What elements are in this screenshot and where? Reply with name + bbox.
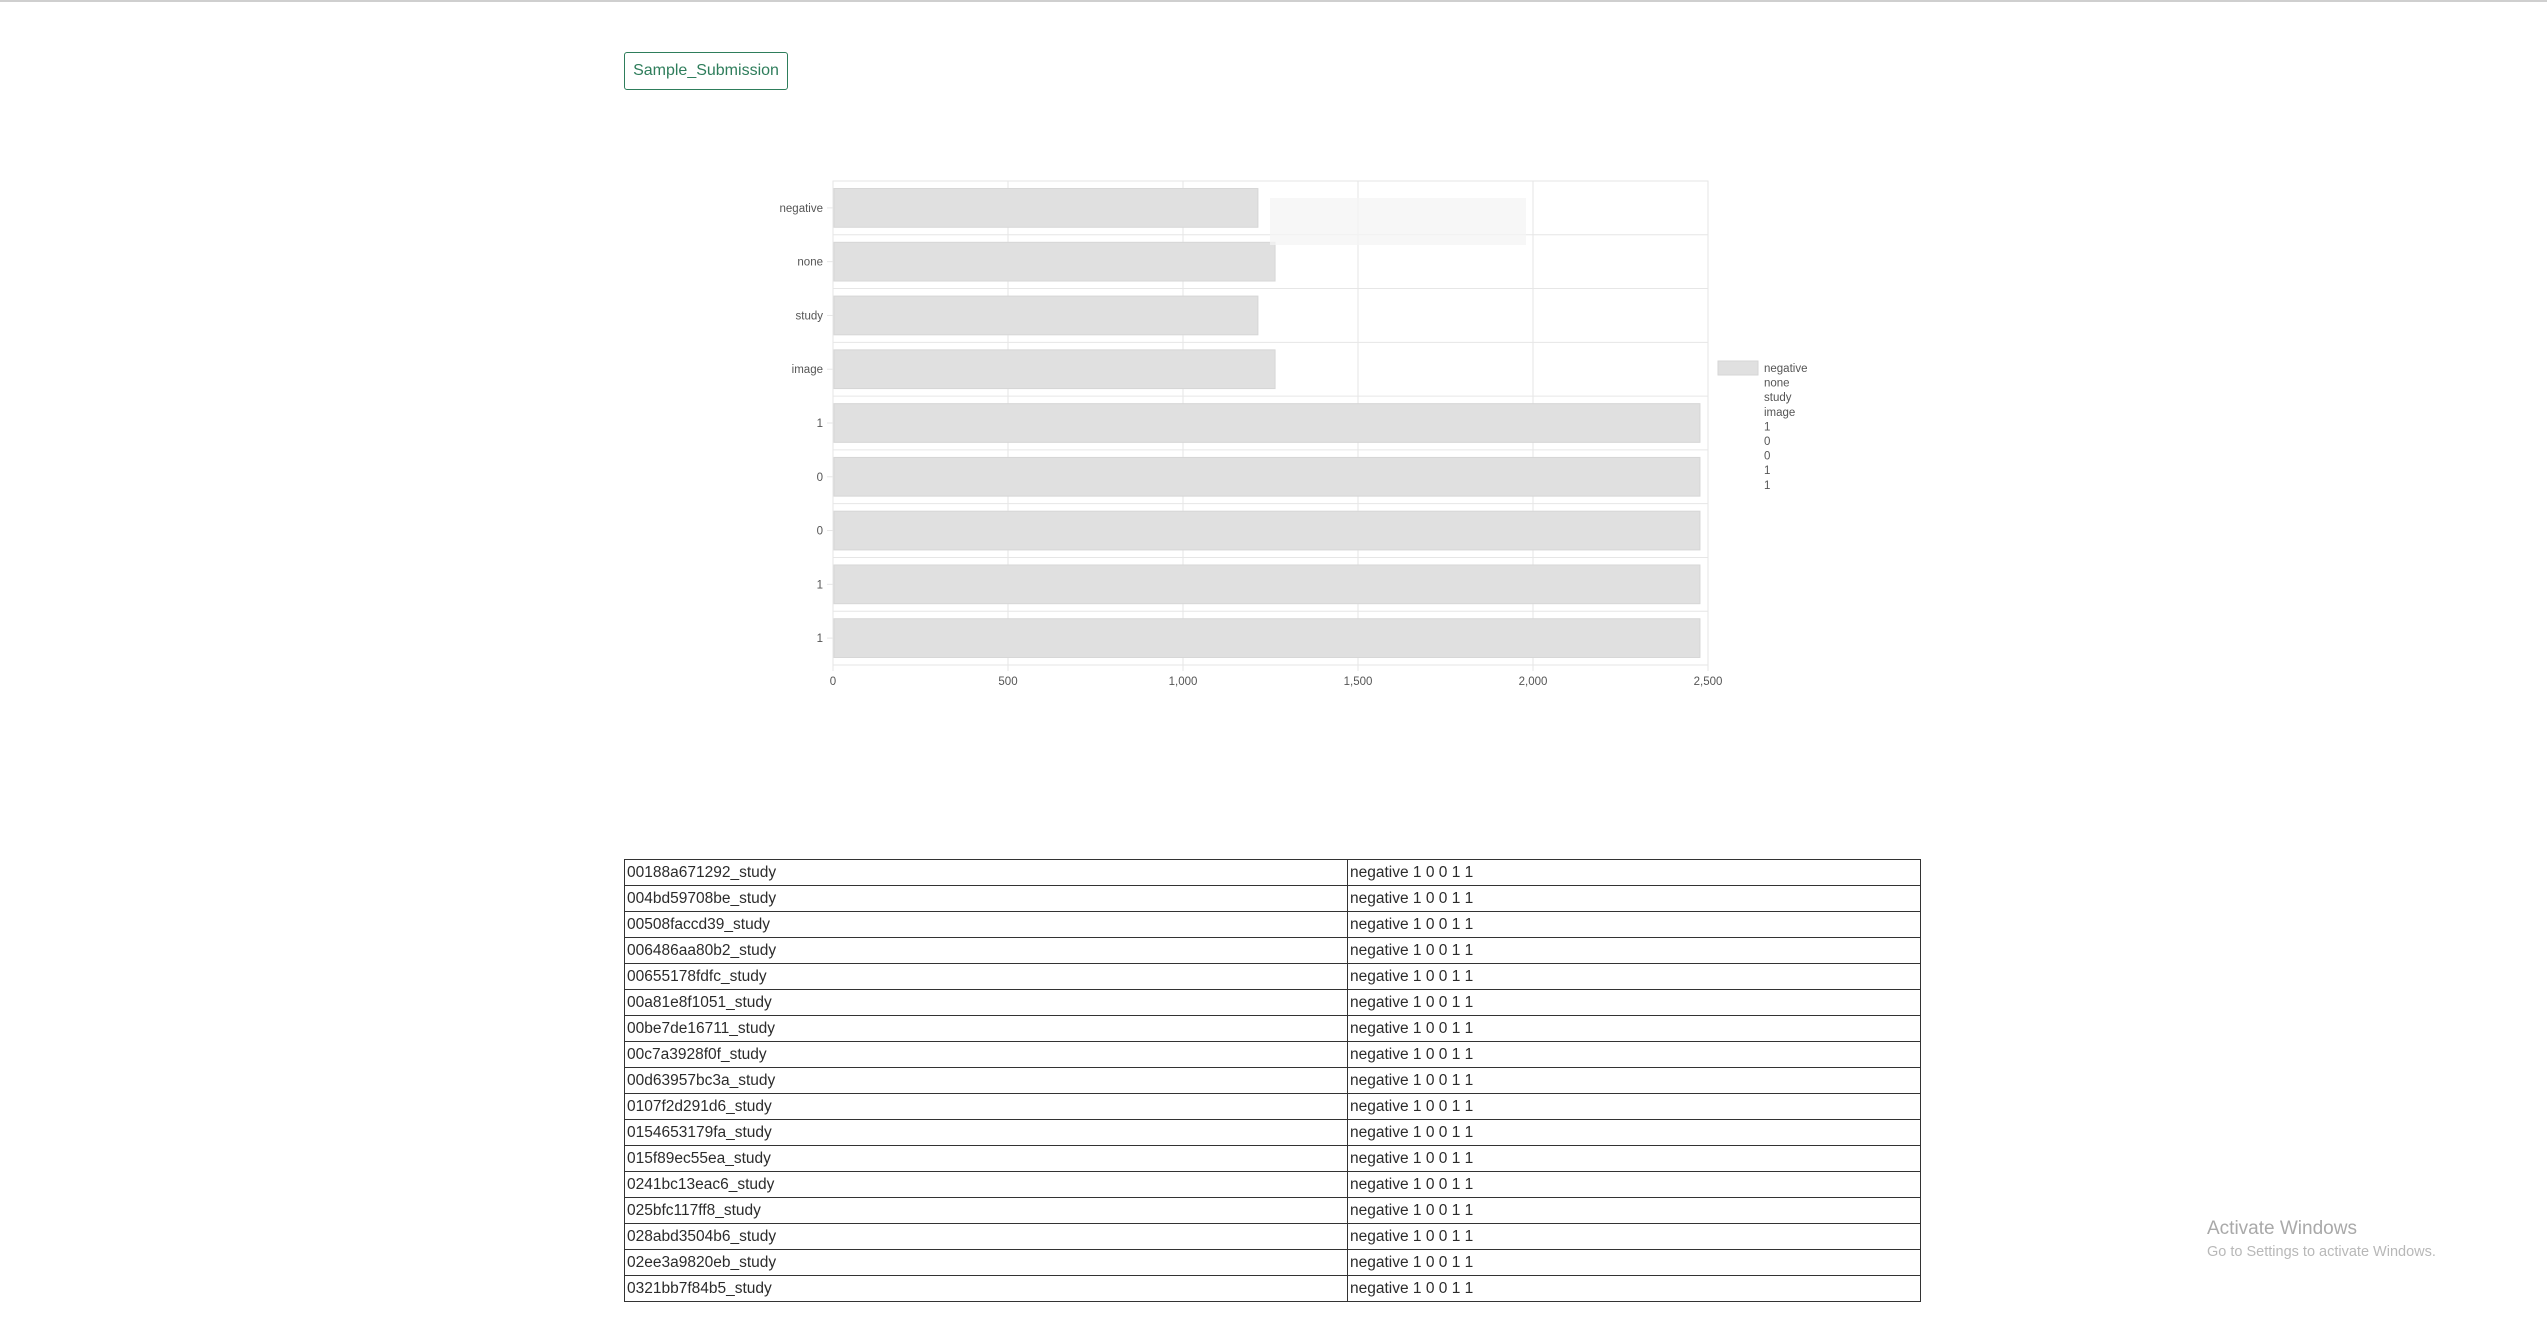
submission-table: 00188a671292_study negative 1 0 0 1 1 004b… [624, 859, 1921, 1302]
y-tick-label: 1 [817, 633, 823, 645]
y-tick-label: image [792, 364, 823, 376]
y-tick-label: 1 [817, 579, 823, 591]
x-tick-label: 2,000 [1519, 676, 1548, 688]
table-row: 0321bb7f84b5_study negative 1 0 0 1 1 [624, 1275, 1921, 1302]
row-id-cell: 028abd3504b6_study [624, 1223, 1348, 1250]
bar [833, 456, 1701, 497]
row-label-cell: negative 1 0 0 1 1 [1347, 1093, 1921, 1120]
legend-item: 1 [1764, 480, 1770, 492]
legend-item: 1 [1764, 421, 1770, 433]
x-tick-label: 2,500 [1694, 676, 1723, 688]
row-label-cell: negative 1 0 0 1 1 [1347, 1171, 1921, 1198]
bar [833, 618, 1701, 658]
table-row: 0241bc13eac6_study negative 1 0 0 1 1 [624, 1171, 1921, 1198]
row-id-cell: 00be7de16711_study [624, 1015, 1348, 1042]
row-label-cell: negative 1 0 0 1 1 [1347, 989, 1921, 1016]
legend-item: 0 [1764, 451, 1770, 463]
bar [833, 241, 1276, 282]
row-label-cell: negative 1 0 0 1 1 [1347, 1041, 1921, 1068]
row-label-cell: negative 1 0 0 1 1 [1347, 1223, 1921, 1250]
row-id-cell: 0241bc13eac6_study [624, 1171, 1348, 1198]
row-id-cell: 0107f2d291d6_study [624, 1093, 1348, 1120]
bar [833, 564, 1701, 605]
table-row: 0154653179fa_study negative 1 0 0 1 1 [624, 1119, 1921, 1146]
activate-windows-title: Activate Windows [2207, 1218, 2357, 1239]
row-label-cell: negative 1 0 0 1 1 [1347, 963, 1921, 990]
legend-item: 1 [1764, 465, 1770, 477]
row-label-cell: negative 1 0 0 1 1 [1347, 911, 1921, 938]
row-label-cell: negative 1 0 0 1 1 [1347, 937, 1921, 964]
table-row: 00655178fdfc_study negative 1 0 0 1 1 [624, 963, 1921, 990]
row-label-cell: negative 1 0 0 1 1 [1347, 885, 1921, 912]
row-id-cell: 00655178fdfc_study [624, 963, 1348, 990]
legend-item: image [1764, 407, 1795, 419]
table-row: 004bd59708be_study negative 1 0 0 1 1 [624, 885, 1921, 912]
row-label-cell: negative 1 0 0 1 1 [1347, 859, 1921, 886]
bar [833, 510, 1701, 551]
row-id-cell: 0154653179fa_study [624, 1119, 1348, 1146]
row-id-cell: 00c7a3928f0f_study [624, 1041, 1348, 1068]
row-id-cell: 015f89ec55ea_study [624, 1145, 1348, 1172]
table-row: 00be7de16711_study negative 1 0 0 1 1 [624, 1015, 1921, 1042]
legend-item: study [1764, 392, 1792, 404]
row-id-cell: 025bfc117ff8_study [624, 1197, 1348, 1224]
row-label-cell: negative 1 0 0 1 1 [1347, 1145, 1921, 1172]
table-row: 00a81e8f1051_study negative 1 0 0 1 1 [624, 989, 1921, 1016]
x-tick-label: 1,000 [1169, 676, 1198, 688]
row-label-cell: negative 1 0 0 1 1 [1347, 1249, 1921, 1276]
table-row: 0107f2d291d6_study negative 1 0 0 1 1 [624, 1093, 1921, 1120]
row-label-cell: negative 1 0 0 1 1 [1347, 1015, 1921, 1042]
table-row: 028abd3504b6_study negative 1 0 0 1 1 [624, 1223, 1921, 1250]
y-tick-label: 0 [817, 526, 823, 538]
table-row: 00188a671292_study negative 1 0 0 1 1 [624, 859, 1921, 886]
row-id-cell: 004bd59708be_study [624, 885, 1348, 912]
row-id-cell: 00a81e8f1051_study [624, 989, 1348, 1016]
table-row: 025bfc117ff8_study negative 1 0 0 1 1 [624, 1197, 1921, 1224]
legend-item: none [1764, 378, 1790, 390]
bar-chart: 0 500 1,000 1,500 2,000 2,500 negative none stud… [780, 180, 1807, 688]
y-tick-label: none [797, 257, 823, 269]
row-label-cell: negative 1 0 0 1 1 [1347, 1275, 1921, 1302]
row-id-cell: 006486aa80b2_study [624, 937, 1348, 964]
row-id-cell: 00508faccd39_study [624, 911, 1348, 938]
row-id-cell: 00d63957bc3a_study [624, 1067, 1348, 1094]
row-label-cell: negative 1 0 0 1 1 [1347, 1119, 1921, 1146]
bar [833, 295, 1259, 336]
table-row: 015f89ec55ea_study negative 1 0 0 1 1 [624, 1145, 1921, 1172]
table-row: 00508faccd39_study negative 1 0 0 1 1 [624, 911, 1921, 938]
bar [833, 403, 1701, 443]
submission-table-body: 00188a671292_study negative 1 0 0 1 1 004b… [624, 859, 1921, 1302]
x-tick-label: 500 [998, 676, 1017, 688]
y-tick-label: 0 [817, 472, 823, 484]
hover-overlay [1270, 198, 1526, 245]
x-tick-label: 0 [830, 676, 836, 688]
bar [833, 349, 1276, 390]
bar [833, 188, 1259, 228]
legend-item: 0 [1764, 436, 1770, 448]
table-row: 02ee3a9820eb_study negative 1 0 0 1 1 [624, 1249, 1921, 1276]
x-tick-label: 1,500 [1344, 676, 1373, 688]
row-id-cell: 0321bb7f84b5_study [624, 1275, 1348, 1302]
activate-windows-subtitle: Go to Settings to activate Windows. [2207, 1244, 2436, 1260]
row-id-cell: 00188a671292_study [624, 859, 1348, 886]
y-tick-label: 1 [817, 418, 823, 430]
y-tick-label: negative [780, 203, 823, 215]
table-row: 00c7a3928f0f_study negative 1 0 0 1 1 [624, 1041, 1921, 1068]
legend-swatch [1717, 360, 1759, 376]
row-label-cell: negative 1 0 0 1 1 [1347, 1067, 1921, 1094]
table-row: 00d63957bc3a_study negative 1 0 0 1 1 [624, 1067, 1921, 1094]
table-row: 006486aa80b2_study negative 1 0 0 1 1 [624, 937, 1921, 964]
y-tick-label: study [796, 310, 824, 322]
row-label-cell: negative 1 0 0 1 1 [1347, 1197, 1921, 1224]
row-id-cell: 02ee3a9820eb_study [624, 1249, 1348, 1276]
legend-item: negative [1764, 363, 1807, 375]
